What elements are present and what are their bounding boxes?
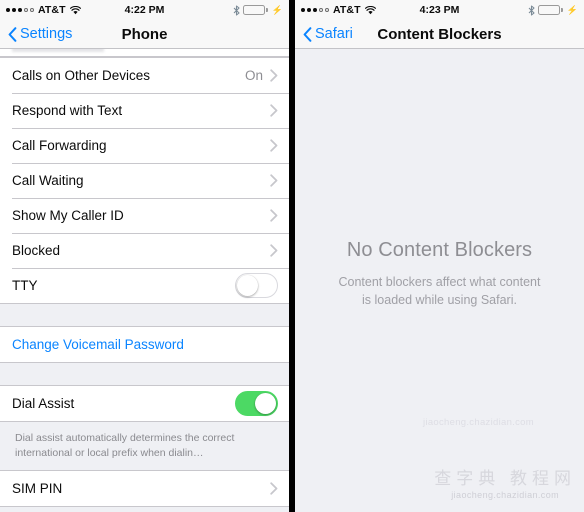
watermark-url-text: jiaocheng.chazidian.com [451, 490, 560, 500]
row-dial-assist: Dial Assist [0, 386, 289, 421]
row-sim-pin[interactable]: SIM PIN [0, 470, 289, 506]
signal-strength-icon [301, 8, 329, 12]
dual-screenshot-container: AT&T 4:22 PM ⚡ Settings Phone Calls on O… [0, 0, 584, 512]
watermark-cn-text: 查字典 教程网 [434, 469, 576, 488]
charging-bolt-icon: ⚡ [271, 4, 283, 15]
row-value: On [244, 68, 263, 83]
tty-toggle[interactable] [235, 273, 278, 298]
left-phone-screen: AT&T 4:22 PM ⚡ Settings Phone Calls on O… [0, 0, 292, 512]
row-respond-with-text[interactable]: Respond with Text [0, 93, 289, 128]
row-label: Change Voicemail Password [12, 337, 184, 352]
chevron-left-icon [303, 26, 312, 42]
row-tty: TTY [0, 268, 289, 303]
row-change-voicemail-password[interactable]: Change Voicemail Password [0, 327, 289, 362]
back-button-label: Safari [315, 26, 353, 42]
watermark: 查字典 教程网 jiaocheng.chazidian.com [434, 464, 576, 500]
settings-group-voicemail: Change Voicemail Password [0, 326, 289, 363]
row-call-forwarding[interactable]: Call Forwarding [0, 128, 289, 163]
watermark-faint: jiaocheng.chazidian.com [423, 417, 534, 428]
row-label: TTY [12, 278, 38, 293]
right-phone-screen: AT&T 4:23 PM ⚡ Safari Content Blockers N… [292, 0, 584, 512]
chevron-right-icon [270, 69, 278, 82]
battery-icon [243, 5, 268, 15]
carrier-label: AT&T [38, 4, 66, 16]
status-bar-right: ⚡ [233, 4, 283, 16]
partial-scrolled-row [0, 49, 289, 57]
chevron-right-icon [270, 174, 278, 187]
dial-assist-toggle[interactable] [235, 391, 278, 416]
wifi-icon [364, 5, 376, 15]
status-bar-right: ⚡ [528, 4, 578, 16]
row-label: Blocked [12, 243, 61, 258]
status-bar-left: AT&T [301, 4, 376, 16]
row-label: Call Forwarding [12, 138, 107, 153]
settings-group-calls: Calls on Other Devices On Respond with T… [0, 57, 289, 304]
row-label: Show My Caller ID [12, 208, 124, 223]
navigation-bar: Safari Content Blockers [295, 20, 584, 49]
row-label: SIM PIN [12, 480, 63, 496]
empty-state: No Content Blockers Content blockers aff… [295, 49, 584, 512]
wifi-icon [69, 5, 81, 15]
chevron-right-icon [270, 139, 278, 152]
status-bar: AT&T 4:23 PM ⚡ [295, 0, 584, 20]
row-calls-on-other-devices[interactable]: Calls on Other Devices On [0, 58, 289, 93]
dial-assist-footnote: Dial assist automatically determines the… [15, 432, 235, 459]
chevron-left-icon [8, 26, 17, 42]
status-bar-left: AT&T [6, 4, 81, 16]
chevron-right-icon [270, 209, 278, 222]
group-spacer [0, 363, 289, 385]
signal-strength-icon [6, 8, 34, 12]
chevron-right-icon [270, 482, 278, 495]
bluetooth-icon [528, 4, 535, 16]
row-label: Call Waiting [12, 173, 84, 188]
back-button-settings[interactable]: Settings [8, 26, 72, 42]
settings-group-dial-assist: Dial Assist [0, 385, 289, 422]
carrier-label: AT&T [333, 4, 361, 16]
row-show-my-caller-id[interactable]: Show My Caller ID [0, 198, 289, 233]
chevron-right-icon [270, 104, 278, 117]
back-button-label: Settings [20, 26, 73, 42]
settings-group-sim: SIM PIN [0, 469, 289, 507]
row-label: Calls on Other Devices [12, 68, 151, 83]
row-label: Respond with Text [12, 103, 123, 118]
back-button-safari[interactable]: Safari [303, 26, 353, 42]
navigation-bar: Settings Phone [0, 20, 289, 49]
empty-state-subtitle: Content blockers affect what content is … [338, 275, 541, 308]
row-blocked[interactable]: Blocked [0, 233, 289, 268]
row-label: Dial Assist [12, 396, 75, 411]
battery-icon [538, 5, 563, 15]
group-spacer [0, 304, 289, 326]
chevron-right-icon [270, 244, 278, 257]
row-call-waiting[interactable]: Call Waiting [0, 163, 289, 198]
status-bar: AT&T 4:22 PM ⚡ [0, 0, 289, 20]
bluetooth-icon [233, 4, 240, 16]
settings-table: Calls on Other Devices On Respond with T… [0, 49, 289, 512]
charging-bolt-icon: ⚡ [566, 4, 578, 15]
empty-state-title: No Content Blockers [346, 239, 533, 261]
